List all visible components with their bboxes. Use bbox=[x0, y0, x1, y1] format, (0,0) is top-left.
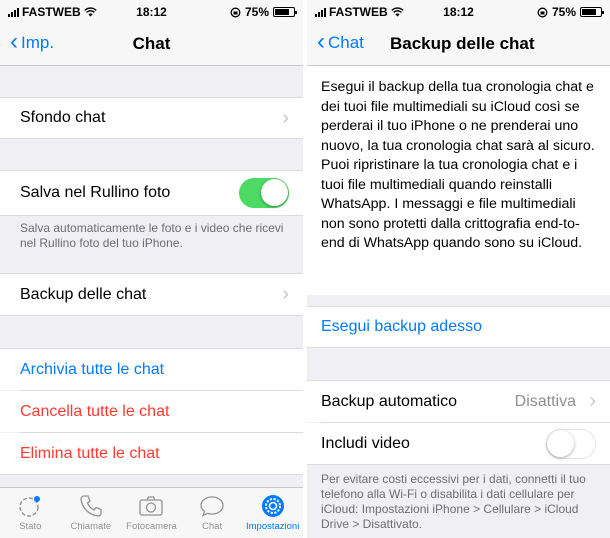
battery-icon bbox=[273, 7, 297, 17]
backup-description: Esegui il backup della tua cronologia ch… bbox=[321, 79, 595, 251]
tab-settings[interactable]: Impostazioni bbox=[242, 488, 303, 538]
backup-footnote: Per evitare costi eccessivi per i dati, … bbox=[321, 472, 586, 531]
navigation-bar: ‹ Imp. Chat bbox=[0, 22, 303, 66]
back-button[interactable]: ‹ Chat bbox=[317, 27, 364, 55]
tab-chats[interactable]: Chat bbox=[182, 488, 243, 538]
orientation-lock-icon bbox=[537, 7, 548, 17]
page-title: Backup delle chat bbox=[390, 34, 535, 53]
auto-backup-row[interactable]: Backup automatico Disattiva › bbox=[307, 380, 610, 422]
status-bar: FASTWEB 18:12 75% bbox=[307, 0, 610, 22]
orientation-lock-icon bbox=[230, 7, 241, 17]
navigation-bar: ‹ Chat Backup delle chat bbox=[307, 22, 610, 66]
save-photos-footnote: Salva automaticamente le foto e i video … bbox=[20, 221, 284, 250]
include-video-row: Includi video bbox=[307, 423, 610, 465]
chat-backup-screen: Esegui il backup della tua cronologia ch… bbox=[307, 0, 610, 538]
chevron-right-icon: › bbox=[282, 106, 289, 129]
battery-percent: 75% bbox=[551, 5, 576, 19]
chat-settings-screen: FASTWEB 18:12 75% ‹ Imp. Chat Sfondo cha… bbox=[0, 0, 303, 538]
include-video-toggle[interactable] bbox=[546, 428, 596, 459]
tab-calls[interactable]: Chiamate bbox=[61, 488, 122, 538]
auto-backup-value: Disattiva bbox=[514, 392, 576, 410]
archive-all-chats-button[interactable]: Archivia tutte le chat bbox=[0, 348, 303, 390]
chevron-right-icon: › bbox=[589, 390, 596, 412]
chat-bubble-icon bbox=[200, 496, 224, 517]
backup-now-button[interactable]: Esegui backup adesso bbox=[307, 306, 610, 348]
chat-backup-row[interactable]: Backup delle chat › bbox=[0, 273, 303, 316]
camera-icon bbox=[139, 496, 164, 516]
save-to-camera-roll-row: Salva nel Rullino foto bbox=[0, 170, 303, 215]
clear-all-chats-button[interactable]: Cancella tutte le chat bbox=[0, 391, 303, 432]
delete-all-chats-button[interactable]: Elimina tutte le chat bbox=[0, 433, 303, 475]
status-icon bbox=[19, 496, 41, 517]
save-to-camera-roll-toggle[interactable] bbox=[239, 178, 289, 208]
chevron-left-icon: ‹ bbox=[317, 27, 325, 55]
gear-icon bbox=[261, 495, 284, 517]
tab-status[interactable]: Stato bbox=[0, 488, 61, 538]
battery-icon bbox=[580, 7, 604, 17]
status-bar: FASTWEB 18:12 75% bbox=[0, 0, 303, 22]
battery-percent: 75% bbox=[244, 5, 269, 19]
chevron-right-icon: › bbox=[282, 283, 289, 305]
page-title: Chat bbox=[132, 34, 171, 53]
tab-bar: Stato Chiamate Fotocamera Chat Impostazi… bbox=[0, 487, 303, 538]
tab-camera[interactable]: Fotocamera bbox=[121, 488, 182, 538]
wallpaper-row[interactable]: Sfondo chat › bbox=[0, 97, 303, 139]
phone-icon bbox=[80, 495, 102, 517]
